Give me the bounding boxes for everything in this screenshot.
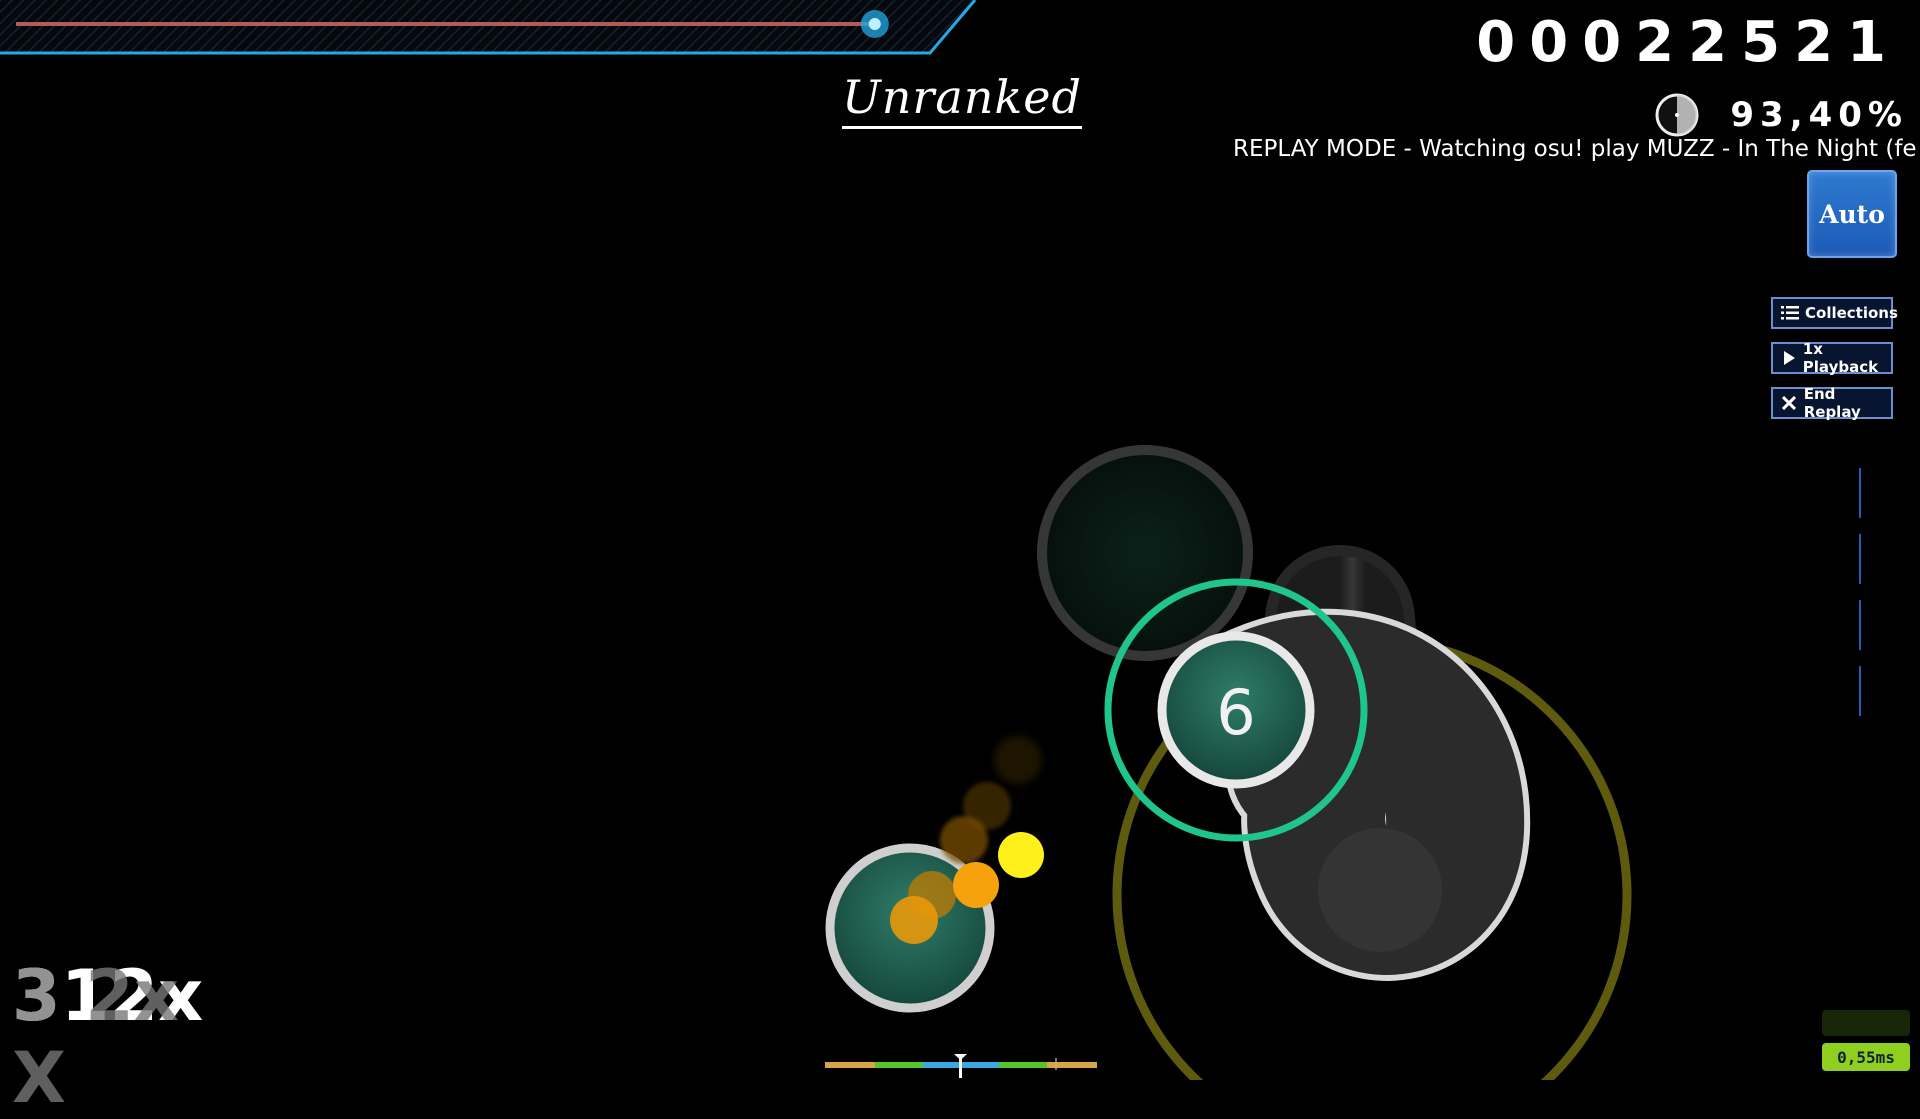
key-overlay-line: [1859, 666, 1861, 716]
song-progress-pie-icon: [1655, 93, 1699, 137]
cursor: [998, 832, 1044, 878]
collections-label: Collections: [1805, 304, 1898, 322]
key-overlay-line: [1859, 468, 1861, 518]
replay-mode-text: REPLAY MODE - Watching osu! play MUZZ - …: [1233, 136, 1918, 162]
end-replay-label: End Replay: [1803, 385, 1861, 421]
playback-speed-button[interactable]: 1x Playback: [1771, 340, 1893, 376]
combo-counter: 3 2x X 31 2x: [12, 955, 203, 1119]
health-bar: [0, 0, 977, 55]
close-icon: [1781, 394, 1798, 412]
key-overlay-line: [1859, 600, 1861, 650]
key-overlay-line: [1859, 534, 1861, 584]
collections-button[interactable]: Collections: [1771, 297, 1898, 329]
ranked-status: Unranked: [842, 70, 1082, 129]
play-icon: [1781, 349, 1797, 367]
playback-label: 1x Playback: [1802, 340, 1879, 376]
frame-time-counter: 0,55ms: [1822, 1043, 1910, 1071]
auto-mod-badge: Auto: [1807, 170, 1897, 258]
faded-hit-circle: [1037, 445, 1253, 661]
fps-counter: [1822, 1010, 1910, 1036]
playfield: 1 6: [825, 445, 1632, 1080]
accuracy-row: 93,40%: [1654, 92, 1908, 138]
score-display: 00022521: [1476, 10, 1900, 75]
combo-ghost: 3 2x X: [12, 955, 179, 1119]
hit-error-bar: [825, 1054, 1097, 1078]
list-icon: [1781, 304, 1799, 322]
hit-circle-number: 6: [1216, 676, 1255, 749]
end-replay-button[interactable]: End Replay: [1771, 385, 1893, 421]
accuracy-display: 93,40%: [1730, 95, 1908, 135]
